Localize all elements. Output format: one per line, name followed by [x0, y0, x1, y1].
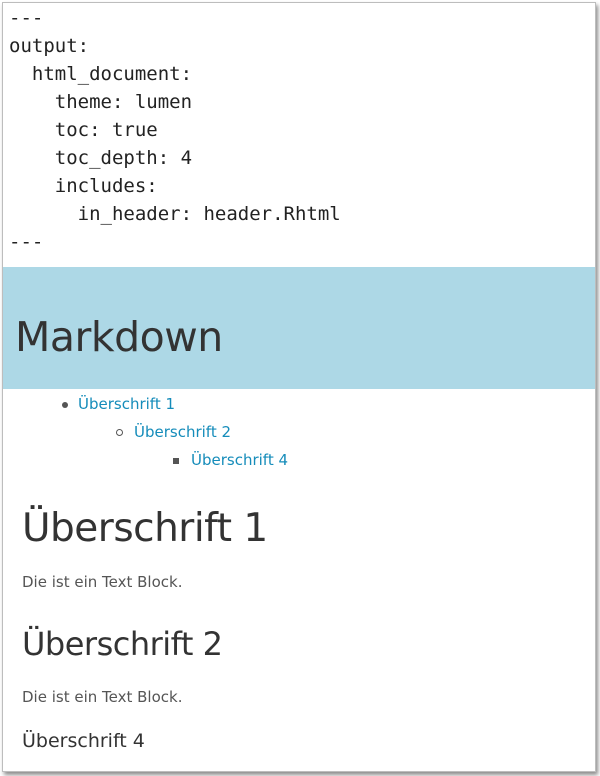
toc-link-ueberschrift-4[interactable]: Überschrift 4 — [191, 451, 288, 469]
text-block-1: Die ist ein Text Block. — [22, 573, 183, 591]
toc-item-level2[interactable]: Überschrift 2 — [134, 421, 231, 443]
document-page: --- output: html_document: theme: lumen … — [2, 2, 596, 772]
yaml-line: output: — [9, 35, 90, 57]
toc-bullet-disc-icon — [62, 402, 68, 408]
yaml-line: toc_depth: 4 — [9, 147, 193, 169]
yaml-line: in_header: header.Rhtml — [9, 203, 341, 225]
toc-item-level1[interactable]: Überschrift 1 — [78, 393, 175, 415]
yaml-line: html_document: — [9, 63, 193, 85]
text-block-2: Die ist ein Text Block. — [22, 688, 183, 706]
page-title: Markdown — [15, 313, 223, 361]
yaml-line: toc: true — [9, 119, 158, 141]
heading-ueberschrift-2: Überschrift 2 — [22, 625, 223, 663]
yaml-line: includes: — [9, 175, 158, 197]
yaml-line: --- — [9, 7, 44, 29]
toc-link-ueberschrift-2[interactable]: Überschrift 2 — [134, 423, 231, 441]
yaml-line: --- — [9, 231, 44, 253]
toc-bullet-square-icon — [173, 458, 179, 464]
title-banner: Markdown — [3, 267, 595, 389]
toc-bullet-circle-icon — [116, 429, 123, 436]
heading-ueberschrift-4: Überschrift 4 — [22, 730, 145, 752]
toc-item-level3[interactable]: Überschrift 4 — [191, 449, 288, 471]
toc-link-ueberschrift-1[interactable]: Überschrift 1 — [78, 395, 175, 413]
yaml-line: theme: lumen — [9, 91, 193, 113]
heading-ueberschrift-1: Überschrift 1 — [22, 506, 268, 551]
yaml-header-code: --- output: html_document: theme: lumen … — [9, 4, 341, 256]
